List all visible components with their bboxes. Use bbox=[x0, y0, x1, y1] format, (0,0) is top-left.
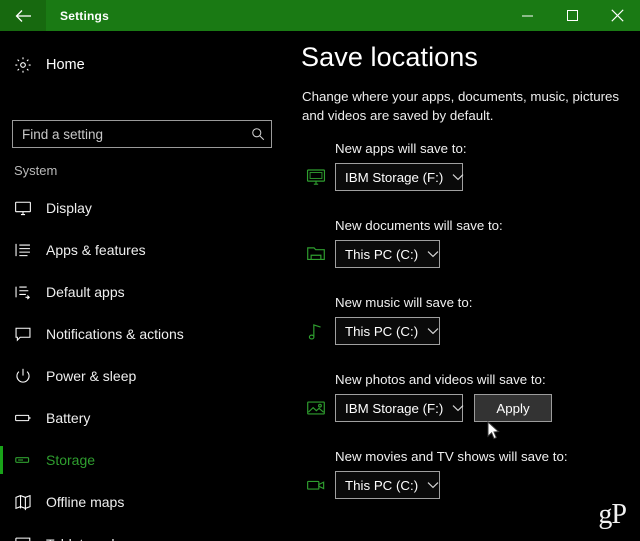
save-location-row-apps: New apps will save to: IBM Storage (F:) bbox=[290, 139, 640, 216]
sidebar-item-label: Tablet mode bbox=[46, 536, 122, 541]
sidebar-item-label: Battery bbox=[46, 410, 91, 426]
selection-accent bbox=[0, 320, 3, 348]
gear-icon bbox=[0, 56, 46, 74]
window-title: Settings bbox=[60, 8, 109, 23]
chevron-down-icon bbox=[427, 327, 439, 335]
sidebar-item-label: Apps & features bbox=[46, 242, 146, 258]
sidebar-item-storage[interactable]: Storage bbox=[0, 439, 290, 481]
back-arrow-icon bbox=[15, 9, 32, 23]
chevron-down-icon bbox=[427, 250, 439, 258]
video-camera-icon bbox=[303, 473, 329, 497]
music-note-icon bbox=[303, 319, 329, 343]
power-icon bbox=[0, 367, 46, 385]
selection-accent bbox=[0, 404, 3, 432]
save-location-row-movies-tv: New movies and TV shows will save to: Th… bbox=[290, 447, 640, 524]
row-label: New music will save to: bbox=[335, 295, 473, 310]
battery-icon bbox=[0, 409, 46, 427]
dropdown-value: This PC (C:) bbox=[345, 323, 419, 339]
photos-videos-location-dropdown[interactable]: IBM Storage (F:) bbox=[335, 394, 464, 422]
movies-tv-location-dropdown[interactable]: This PC (C:) bbox=[335, 471, 440, 499]
dropdown-value: This PC (C:) bbox=[345, 246, 419, 262]
sidebar-item-default-apps[interactable]: Default apps bbox=[0, 271, 290, 313]
apps-location-dropdown[interactable]: IBM Storage (F:) bbox=[335, 163, 464, 191]
selection-accent bbox=[0, 362, 3, 390]
chevron-down-icon bbox=[452, 404, 464, 412]
title-bar: Settings bbox=[0, 0, 640, 31]
minimize-button[interactable] bbox=[505, 0, 550, 31]
sidebar-item-power-sleep[interactable]: Power & sleep bbox=[0, 355, 290, 397]
row-label: New photos and videos will save to: bbox=[335, 372, 546, 387]
sidebar-item-notifications-actions[interactable]: Notifications & actions bbox=[0, 313, 290, 355]
sidebar-item-home-label: Home bbox=[46, 57, 85, 73]
storage-icon bbox=[0, 451, 46, 469]
sidebar-item-label: Notifications & actions bbox=[46, 326, 184, 342]
music-location-dropdown[interactable]: This PC (C:) bbox=[335, 317, 440, 345]
settings-window: Settings Home Find a setting System Disp… bbox=[0, 0, 640, 541]
row-label: New movies and TV shows will save to: bbox=[335, 449, 568, 464]
list-arrow-icon bbox=[0, 283, 46, 301]
dropdown-value: IBM Storage (F:) bbox=[345, 400, 444, 416]
save-location-row-music: New music will save to: This PC (C:) bbox=[290, 293, 640, 370]
search-input[interactable]: Find a setting bbox=[12, 120, 272, 148]
chevron-down-icon bbox=[427, 481, 439, 489]
search-icon[interactable] bbox=[245, 127, 271, 141]
content-pane: Save locations Change where your apps, d… bbox=[290, 31, 640, 541]
maximize-icon bbox=[566, 9, 579, 22]
sidebar-item-tablet-mode[interactable]: Tablet mode bbox=[0, 523, 290, 541]
search-placeholder: Find a setting bbox=[22, 126, 104, 142]
page-description: Change where your apps, documents, music… bbox=[302, 89, 620, 123]
selection-accent bbox=[0, 488, 3, 516]
sidebar-nav-list: Display Apps & features Default apps Not… bbox=[0, 187, 290, 541]
sidebar-item-label: Default apps bbox=[46, 284, 125, 300]
back-button[interactable] bbox=[0, 0, 46, 31]
close-button[interactable] bbox=[595, 0, 640, 31]
titlebar-spacer bbox=[109, 0, 505, 31]
sidebar-item-apps-features[interactable]: Apps & features bbox=[0, 229, 290, 271]
folder-icon bbox=[303, 242, 329, 266]
chevron-down-icon bbox=[452, 173, 464, 181]
selection-accent bbox=[0, 530, 3, 541]
map-icon bbox=[0, 493, 46, 511]
window-body: Home Find a setting System Display Apps … bbox=[0, 31, 640, 541]
minimize-icon bbox=[521, 10, 534, 22]
close-icon bbox=[611, 9, 624, 22]
tablet-icon bbox=[0, 535, 46, 541]
selection-accent bbox=[0, 236, 3, 264]
sidebar-item-label: Display bbox=[46, 200, 92, 216]
dropdown-value: This PC (C:) bbox=[345, 477, 419, 493]
save-location-row-photos-videos: New photos and videos will save to: IBM … bbox=[290, 370, 640, 447]
save-locations-list: New apps will save to: IBM Storage (F:) bbox=[290, 139, 640, 524]
monitor-icon bbox=[303, 165, 329, 189]
sidebar: Home Find a setting System Display Apps … bbox=[0, 31, 290, 541]
watermark: gP bbox=[598, 499, 627, 530]
sidebar-item-home[interactable]: Home bbox=[0, 47, 290, 83]
picture-icon bbox=[303, 396, 329, 420]
sidebar-item-label: Power & sleep bbox=[46, 368, 137, 384]
row-label: New apps will save to: bbox=[335, 141, 467, 156]
sidebar-item-offline-maps[interactable]: Offline maps bbox=[0, 481, 290, 523]
documents-location-dropdown[interactable]: This PC (C:) bbox=[335, 240, 440, 268]
sidebar-item-display[interactable]: Display bbox=[0, 187, 290, 229]
speech-bubble-icon bbox=[0, 325, 46, 343]
save-location-row-documents: New documents will save to: This PC (C:) bbox=[290, 216, 640, 293]
selection-accent bbox=[0, 446, 3, 474]
list-icon bbox=[0, 241, 46, 259]
page-title: Save locations bbox=[301, 42, 479, 72]
sidebar-item-label: Offline maps bbox=[46, 494, 125, 510]
dropdown-value: IBM Storage (F:) bbox=[345, 169, 444, 185]
sidebar-item-label: Storage bbox=[46, 452, 96, 468]
maximize-button[interactable] bbox=[550, 0, 595, 31]
sidebar-item-battery[interactable]: Battery bbox=[0, 397, 290, 439]
apply-button[interactable]: Apply bbox=[474, 394, 552, 422]
selection-accent bbox=[0, 194, 3, 222]
selection-accent bbox=[0, 278, 3, 306]
row-label: New documents will save to: bbox=[335, 218, 503, 233]
monitor-icon bbox=[0, 199, 46, 217]
sidebar-group-title: System bbox=[14, 163, 58, 178]
